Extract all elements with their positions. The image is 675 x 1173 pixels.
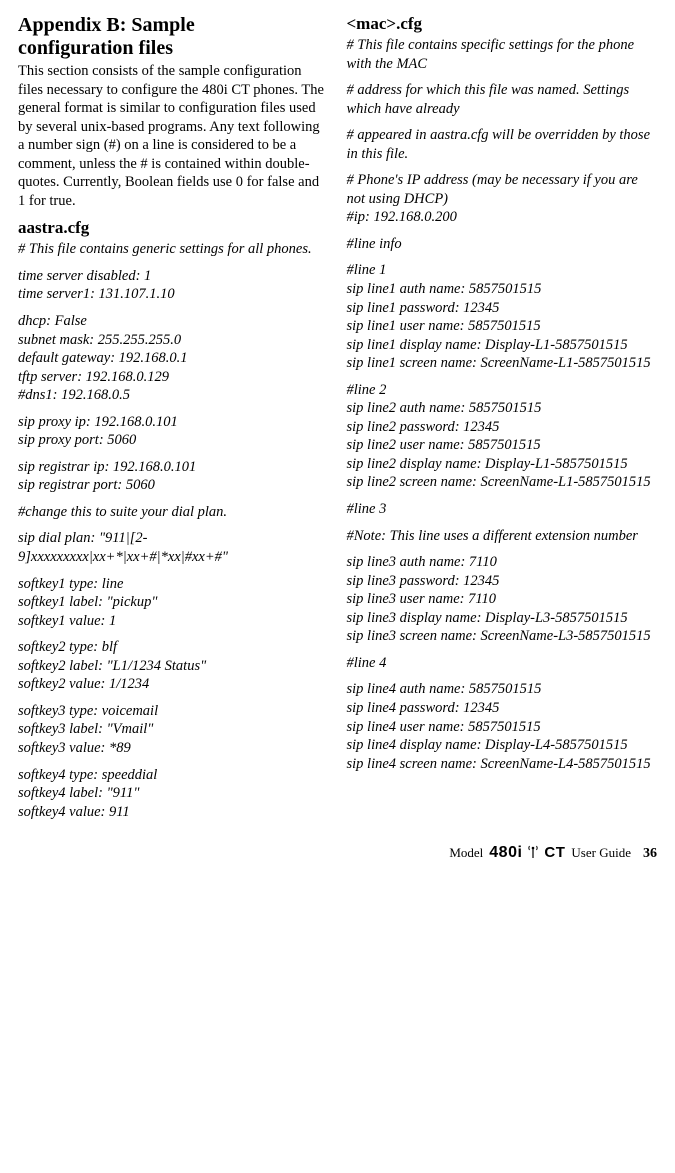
softkey4-block: softkey4 type: speeddial softkey4 label:… xyxy=(18,766,329,822)
time-server-block: time server disabled: 1 time server1: 13… xyxy=(18,267,329,304)
right-column: <mac>.cfg # This file contains specific … xyxy=(347,14,658,829)
network-block: dhcp: False subnet mask: 255.255.255.0 d… xyxy=(18,312,329,405)
line3-header: #line 3 xyxy=(347,500,658,519)
mac-note-1: # This file contains specific settings f… xyxy=(347,36,658,73)
left-column: Appendix B: Sample configuration files T… xyxy=(18,14,329,829)
antenna-icon xyxy=(528,845,538,859)
footer-model-number: 480i xyxy=(489,844,522,862)
softkey2-block: softkey2 type: blf softkey2 label: "L1/1… xyxy=(18,638,329,694)
sip-registrar-block: sip registrar ip: 192.168.0.101 sip regi… xyxy=(18,458,329,495)
page-footer: Model 480i CT User Guide 36 xyxy=(0,837,675,872)
line4-block: sip line4 auth name: 5857501515 sip line… xyxy=(347,680,658,773)
footer-model-prefix: Model xyxy=(449,845,483,861)
sip-proxy-block: sip proxy ip: 192.168.0.101 sip proxy po… xyxy=(18,413,329,450)
aastra-cfg-heading: aastra.cfg xyxy=(18,218,329,238)
intro-paragraph: This section consists of the sample conf… xyxy=(18,62,329,210)
line1-block: #line 1 sip line1 auth name: 5857501515 … xyxy=(347,261,658,372)
footer-page-number: 36 xyxy=(643,846,657,862)
two-column-layout: Appendix B: Sample configuration files T… xyxy=(18,14,657,829)
mac-note-2: # address for which this file was named.… xyxy=(347,81,658,118)
title-line-1: Appendix B: Sample xyxy=(18,14,195,36)
line2-block: #line 2 sip line2 auth name: 5857501515 … xyxy=(347,381,658,492)
ip-block: # Phone's IP address (may be necessary i… xyxy=(347,171,658,227)
footer-model-suffix: CT xyxy=(544,844,565,861)
line3-note: #Note: This line uses a different extens… xyxy=(347,527,658,546)
line4-header: #line 4 xyxy=(347,654,658,673)
mac-note-3: # appeared in aastra.cfg will be overrid… xyxy=(347,126,658,163)
mac-cfg-heading: <mac>.cfg xyxy=(347,14,658,34)
line3-block: sip line3 auth name: 7110 sip line3 pass… xyxy=(347,553,658,646)
softkey3-block: softkey3 type: voicemail softkey3 label:… xyxy=(18,702,329,758)
aastra-note: # This file contains generic settings fo… xyxy=(18,240,329,259)
title-line-2: configuration files xyxy=(18,37,173,59)
dialplan-note: #change this to suite your dial plan. xyxy=(18,503,329,522)
appendix-title: Appendix B: Sample configuration files xyxy=(18,14,329,60)
page-body: Appendix B: Sample configuration files T… xyxy=(0,0,675,837)
dialplan-line: sip dial plan: "911|[2-9]xxxxxxxxx|xx+*|… xyxy=(18,529,329,566)
softkey1-block: softkey1 type: line softkey1 label: "pic… xyxy=(18,575,329,631)
footer-guide-text: User Guide xyxy=(571,845,631,861)
line-info-heading: #line info xyxy=(347,235,658,254)
